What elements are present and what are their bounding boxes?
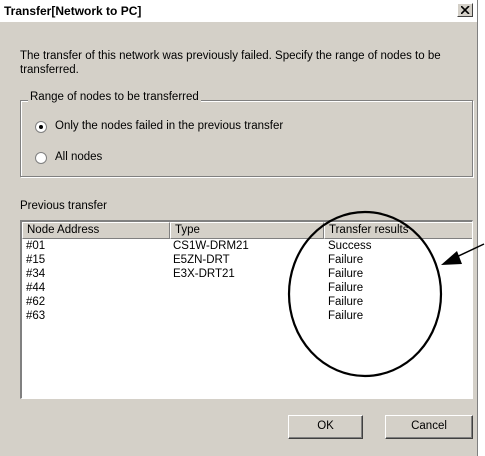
cell-transfer-result: Failure [328, 296, 364, 308]
cell-node-address: #63 [26, 310, 46, 322]
cell-transfer-result: Failure [328, 254, 364, 266]
previous-transfer-label: Previous transfer [20, 200, 107, 212]
cell-node-address: #15 [26, 254, 46, 266]
window-title: Transfer[Network to PC] [4, 4, 142, 18]
cancel-button[interactable]: Cancel [385, 415, 473, 439]
column-header-transfer-results[interactable]: Transfer results [324, 222, 472, 239]
cell-type: E5ZN-DRT [173, 254, 230, 266]
radio-button-icon[interactable] [35, 152, 47, 164]
range-group-legend: Range of nodes to be transferred [28, 91, 201, 103]
cell-node-address: #34 [26, 268, 46, 280]
ok-button[interactable]: OK [288, 415, 363, 439]
previous-transfer-list[interactable]: Node Address Type Transfer results #01 C… [20, 220, 473, 399]
column-header-node-address[interactable]: Node Address [22, 222, 170, 239]
cell-type: E3X-DRT21 [173, 268, 235, 280]
radio-all-nodes-label[interactable]: All nodes [55, 151, 102, 163]
cell-type: CS1W-DRM21 [173, 240, 249, 252]
cell-node-address: #44 [26, 282, 46, 294]
transfer-dialog: Transfer[Network to PC] The transfer of … [0, 0, 478, 456]
close-icon [461, 6, 470, 14]
range-groupbox [20, 100, 473, 177]
cell-transfer-result: Failure [328, 268, 364, 280]
radio-failed-nodes-label[interactable]: Only the nodes failed in the previous tr… [55, 120, 283, 132]
cell-transfer-result: Success [328, 240, 372, 252]
title-bar[interactable]: Transfer[Network to PC] [0, 0, 477, 23]
column-header-type[interactable]: Type [170, 222, 324, 239]
cell-node-address: #01 [26, 240, 46, 252]
description-text: The transfer of this network was previou… [20, 50, 441, 76]
cell-transfer-result: Failure [328, 310, 364, 322]
list-header: Node Address Type Transfer results [22, 222, 472, 239]
radio-button-icon[interactable] [35, 121, 47, 133]
cell-transfer-result: Failure [328, 282, 364, 294]
close-button[interactable] [457, 3, 473, 17]
cell-node-address: #62 [26, 296, 46, 308]
